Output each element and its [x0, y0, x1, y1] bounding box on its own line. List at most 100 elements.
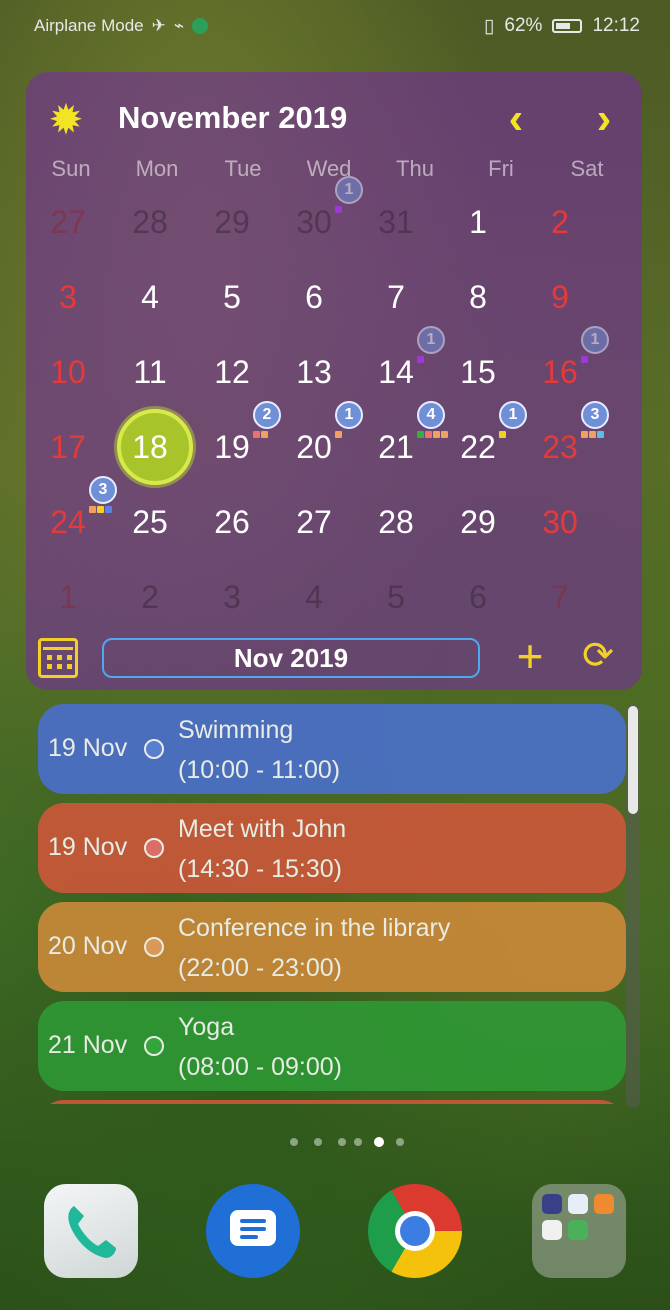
day-number: 6 — [305, 279, 323, 315]
month-title: November 2019 — [118, 100, 348, 135]
event-color-icon — [144, 937, 164, 957]
calendar-day-cell[interactable]: 14 1 — [355, 326, 445, 402]
calendar-day-cell[interactable]: 21 4 — [355, 401, 448, 477]
calendar-day-cell[interactable]: 31 — [355, 192, 437, 252]
calendar-day-cell[interactable]: 8 — [437, 267, 519, 327]
calendar-day-cell[interactable]: 7 — [519, 567, 601, 627]
calendar-day-cell[interactable]: 5 — [355, 567, 437, 627]
phone-app-icon[interactable] — [44, 1184, 138, 1278]
chrome-app-icon[interactable] — [368, 1184, 462, 1278]
calendar-day-cell[interactable]: 3 — [27, 267, 109, 327]
event-item[interactable]: 19 Nov Swimming (10:00 - 11:00) — [38, 704, 626, 794]
day-number: 22 — [460, 429, 496, 465]
calendar-day-cell[interactable]: 13 — [273, 342, 355, 402]
calendar-day-cell[interactable]: 30 1 — [273, 176, 363, 252]
weekday-header: Sun Mon Tue Wed Thu Fri Sat — [26, 156, 642, 186]
calendar-day-cell[interactable]: 26 — [191, 492, 273, 552]
prev-month-button[interactable]: ‹ — [496, 96, 536, 142]
event-date: 19 Nov — [48, 833, 128, 861]
day-number: 25 — [132, 504, 168, 540]
page-dot — [338, 1138, 346, 1146]
calendar-day-cell[interactable]: 2 — [519, 192, 601, 252]
calendar-day-cell[interactable]: 22 1 — [437, 401, 527, 477]
calendar-day-cell[interactable]: 9 — [519, 267, 601, 327]
calendar-day-cell[interactable]: 27 — [27, 192, 109, 252]
weekday-label: Tue — [224, 156, 262, 181]
calendar-day-cell[interactable]: 7 — [355, 267, 437, 327]
event-item[interactable]: 20 Nov Conference in the library (22:00 - … — [38, 902, 626, 992]
page-dot — [314, 1138, 322, 1146]
calendar-day-cell[interactable]: 25 — [109, 492, 191, 552]
page-dot — [396, 1138, 404, 1146]
calendar-day-cell[interactable]: 2 — [109, 567, 191, 627]
calendar-day-cell[interactable]: 19 2 — [191, 401, 281, 477]
event-color-dot — [335, 431, 342, 438]
calendar-day-cell[interactable]: 30 — [519, 492, 601, 552]
day-number: 14 — [378, 354, 414, 390]
event-color-dot — [499, 431, 506, 438]
weekday-label: Sun — [51, 156, 91, 181]
event-item[interactable]: 19 Nov Meet with John (14:30 - 15:30) — [38, 803, 626, 893]
calendar-day-cell[interactable]: 23 3 — [519, 401, 609, 477]
gear-icon[interactable]: ✹ — [46, 99, 86, 141]
page-dot-active — [374, 1137, 384, 1147]
scroll-thumb[interactable] — [628, 706, 638, 814]
event-color-dot — [417, 356, 424, 363]
event-item[interactable]: 21 Nov Yoga (08:00 - 09:00) — [38, 1001, 626, 1091]
page-dot — [290, 1138, 298, 1146]
weekday-label: Thu — [396, 156, 434, 181]
day-number: 29 — [214, 204, 250, 240]
day-number: 30 — [296, 204, 332, 240]
calendar-day-cell[interactable]: 3 — [191, 567, 273, 627]
calendar-day-cell[interactable]: 20 1 — [273, 401, 363, 477]
calendar-day-cell[interactable]: 15 — [437, 342, 519, 402]
battery-icon — [552, 19, 583, 33]
weekday-label: Fri — [488, 156, 514, 181]
event-color-dot — [253, 431, 260, 438]
day-number: 11 — [133, 354, 167, 390]
event-color-dot — [425, 431, 432, 438]
event-color-dot — [97, 506, 104, 513]
day-number: 9 — [551, 279, 569, 315]
month-range-label[interactable]: Nov 2019 — [102, 638, 480, 678]
day-number: 8 — [469, 279, 487, 315]
calendar-day-cell[interactable]: 11 — [109, 342, 191, 402]
calendar-icon[interactable] — [38, 638, 78, 678]
refresh-icon[interactable]: ⟳ — [578, 634, 618, 678]
calendar-day-cell[interactable]: 27 — [273, 492, 355, 552]
calendar-day-cell[interactable]: 28 — [109, 192, 191, 252]
widget-header: ✹ November 2019 ‹ › — [26, 72, 642, 166]
add-event-button[interactable]: + — [510, 632, 550, 680]
day-number: 10 — [50, 354, 86, 390]
event-item-partial[interactable] — [38, 1100, 626, 1104]
day-number: 16 — [542, 354, 578, 390]
day-number: 5 — [223, 279, 241, 315]
status-left: Airplane Mode ✈ ⌁ — [34, 16, 209, 36]
calendar-day-cell[interactable]: 1 — [27, 567, 109, 627]
calendar-day-cell[interactable]: 12 — [191, 342, 273, 402]
calendar-day-cell[interactable]: 24 3 — [27, 476, 117, 552]
calendar-day-cell[interactable]: 6 — [437, 567, 519, 627]
calendar-day-cell[interactable]: 1 — [437, 192, 519, 252]
calendar-day-cell[interactable]: 4 — [273, 567, 355, 627]
calendar-day-cell[interactable]: 28 — [355, 492, 437, 552]
event-time: (22:00 - 23:00) — [178, 954, 342, 982]
messages-app-icon[interactable] — [206, 1184, 300, 1278]
app-folder-icon[interactable] — [532, 1184, 626, 1278]
calendar-day-cell[interactable]: 4 — [109, 267, 191, 327]
event-list-scrollbar[interactable] — [626, 704, 640, 1108]
calendar-day-cell[interactable]: 29 — [191, 192, 273, 252]
day-number: 26 — [214, 504, 250, 540]
day-number: 15 — [460, 354, 496, 390]
calendar-day-cell[interactable]: 18 — [109, 409, 193, 485]
calendar-day-cell[interactable]: 10 — [27, 342, 109, 402]
calendar-day-cell[interactable]: 29 — [437, 492, 519, 552]
calendar-day-cell[interactable]: 17 — [27, 417, 109, 477]
calendar-day-cell[interactable]: 6 — [273, 267, 355, 327]
next-month-button[interactable]: › — [584, 96, 624, 142]
page-indicator — [0, 1137, 670, 1148]
event-color-icon — [144, 838, 164, 858]
event-title: Meet with John — [178, 815, 347, 843]
calendar-day-cell[interactable]: 16 1 — [519, 326, 609, 402]
calendar-day-cell[interactable]: 5 — [191, 267, 273, 327]
